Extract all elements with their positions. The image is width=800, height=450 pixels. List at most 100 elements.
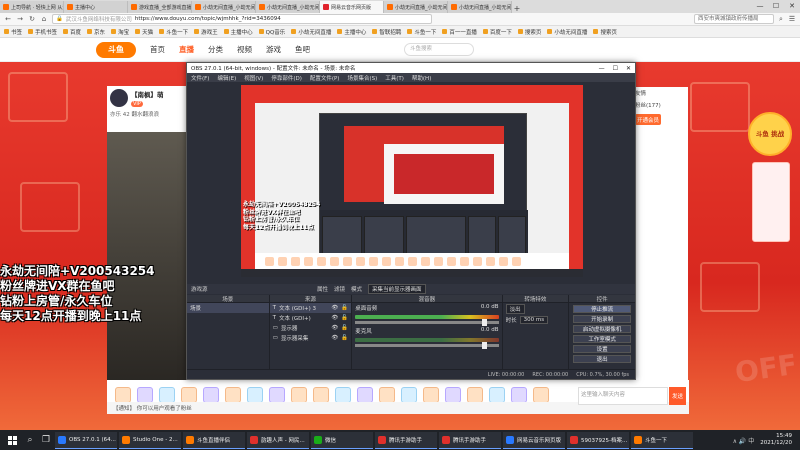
lock-icon[interactable]: 🔓 xyxy=(341,315,348,321)
gift-icon[interactable] xyxy=(445,387,461,403)
obs-menu-item[interactable]: 帮助(H) xyxy=(412,74,431,82)
obs-control-button[interactable]: 停止推流 xyxy=(573,305,631,313)
bookmark-item[interactable]: 搜索页 xyxy=(517,28,541,36)
forward-icon[interactable]: → xyxy=(16,15,24,23)
maximize-icon[interactable]: ☐ xyxy=(613,65,618,72)
bookmark-item[interactable]: 主播中心 xyxy=(337,28,366,36)
gift-icon[interactable] xyxy=(423,387,439,403)
taskbar-app[interactable]: 斗鱼直播伴侣 xyxy=(183,431,245,449)
start-icon[interactable] xyxy=(8,435,17,445)
obs-menu-item[interactable]: 工具(T) xyxy=(385,74,404,82)
bookmark-item[interactable]: 斗鱼一下 xyxy=(407,28,436,36)
douyu-search-input[interactable]: 斗鱼搜索 xyxy=(404,43,474,56)
bookmark-item[interactable]: 小劫无间直播 xyxy=(291,28,331,36)
bookmark-item[interactable]: 百一一直播 xyxy=(442,28,477,36)
vip-button[interactable]: 开通会员 xyxy=(635,114,661,125)
obs-preview[interactable]: 永劫无间陪+V200543254 粉丝牌进VX群在鱼吧 钻粉上房管/永久车位 每… xyxy=(241,85,583,277)
gift-icon[interactable] xyxy=(335,387,351,403)
refresh-icon[interactable]: ↻ xyxy=(28,15,36,23)
douyu-nav-item[interactable]: 游戏 xyxy=(266,44,281,55)
source-item[interactable]: T 文本 (GDI+) 👁 🔓 xyxy=(270,313,352,323)
obs-control-button[interactable]: 设置 xyxy=(573,345,631,353)
gift-icon[interactable] xyxy=(137,387,153,403)
clock[interactable]: 15:49 2021/12/20 xyxy=(760,433,796,447)
browser-search-input[interactable]: 西安市爽城镇政府传播局 xyxy=(694,14,774,24)
gift-icon[interactable] xyxy=(401,387,417,403)
bookmark-item[interactable]: QQ音乐 xyxy=(258,28,285,36)
obs-menu-item[interactable]: 视图(V) xyxy=(244,74,263,82)
douyu-nav-item[interactable]: 视频 xyxy=(237,44,252,55)
gift-icon[interactable] xyxy=(291,387,307,403)
side-event-card[interactable] xyxy=(752,162,790,242)
bookmark-item[interactable]: 斗鱼一下 xyxy=(159,28,188,36)
bookmark-item[interactable]: 百度 xyxy=(63,28,81,36)
taskbar-app[interactable]: 59037925-档案... xyxy=(567,431,629,449)
visibility-icon[interactable]: 👁 xyxy=(331,335,338,341)
taskbar-app[interactable]: 韵趣人声 - 网民... xyxy=(247,431,309,449)
obs-control-button[interactable]: 退出 xyxy=(573,355,631,363)
obs-control-button[interactable]: 开始录制 xyxy=(573,315,631,323)
stream-video[interactable] xyxy=(107,132,187,382)
gift-icon[interactable] xyxy=(159,387,175,403)
obs-menu-item[interactable]: 编辑(E) xyxy=(217,74,236,82)
gift-icon[interactable] xyxy=(467,387,483,403)
obs-control-button[interactable]: 启动虚拟摄像机 xyxy=(573,325,631,333)
gift-icon[interactable] xyxy=(313,387,329,403)
extensions-icon[interactable]: ☰ xyxy=(788,15,796,23)
browser-tab[interactable]: 上司导航 · 轻快上网 从这里开始 xyxy=(0,1,64,13)
visibility-icon[interactable]: 👁 xyxy=(331,315,338,321)
minimize-icon[interactable]: — xyxy=(599,65,605,72)
transition-select[interactable]: 淡出 xyxy=(505,304,525,314)
chat-input[interactable]: 这里输入聊天内容 xyxy=(578,387,668,405)
gift-icon[interactable] xyxy=(489,387,505,403)
gift-icon[interactable] xyxy=(203,387,219,403)
source-item[interactable]: T 文本 (GDI+) 3 👁 🔓 xyxy=(269,303,352,313)
browser-tab[interactable]: 小劫无间直播_小劫无间直播间 xyxy=(448,1,512,13)
gift-icon[interactable] xyxy=(533,387,549,403)
douyu-nav-item[interactable]: 首页 xyxy=(150,44,165,55)
browser-tab[interactable]: 主播中心 xyxy=(64,1,128,13)
bookmark-item[interactable]: 书签 xyxy=(4,28,22,36)
gift-icon[interactable] xyxy=(181,387,197,403)
gift-icon[interactable] xyxy=(247,387,263,403)
volume-slider[interactable] xyxy=(355,319,499,326)
scene-item[interactable]: 场景 xyxy=(187,303,269,313)
obs-menu-item[interactable]: 文件(F) xyxy=(191,74,209,82)
visibility-icon[interactable]: 👁 xyxy=(331,325,338,331)
properties-button[interactable]: 属性 xyxy=(317,285,328,293)
gift-icon[interactable] xyxy=(225,387,241,403)
lock-icon[interactable]: 🔓 xyxy=(341,325,348,331)
url-field[interactable]: 🔒 武汉斗鱼网络科技有限公司 https://www.douyu.com/top… xyxy=(52,14,432,24)
avatar[interactable] xyxy=(110,89,128,107)
search-icon[interactable]: ⌕ xyxy=(777,15,785,24)
volume-slider[interactable] xyxy=(355,342,499,349)
taskbar-app[interactable]: 微信 xyxy=(311,431,373,449)
browser-tab[interactable]: 小劫无间直播_小劫无间直播间 xyxy=(384,1,448,13)
bookmark-item[interactable]: 百度一下 xyxy=(482,28,512,36)
bookmark-item[interactable]: 小劫无间直播 xyxy=(547,28,587,36)
obs-menu-item[interactable]: 配置文件(P) xyxy=(310,74,340,82)
system-tray-icon[interactable]: ∧ 🔊 中 xyxy=(733,436,755,445)
source-item[interactable]: ▭ 显示器采集 👁 🔓 xyxy=(270,333,352,343)
browser-tab[interactable]: 游戏直播_全部游戏直播_斗鱼直播 xyxy=(128,1,192,13)
taskbar-app[interactable]: 网易云音乐网页版 xyxy=(503,431,565,449)
bookmark-item[interactable]: 京东 xyxy=(87,28,105,36)
taskbar-app[interactable]: Studio One - 2... xyxy=(119,431,181,449)
douyu-nav-item[interactable]: 分类 xyxy=(208,44,223,55)
back-icon[interactable]: ← xyxy=(4,15,12,23)
minimize-icon[interactable]: — xyxy=(752,0,768,13)
capture-mode-select[interactable]: 采集当前显示器画面 xyxy=(368,284,426,294)
browser-tab[interactable]: 小劫无间直播_小劫无间视频直播 xyxy=(256,1,320,13)
side-event-badge[interactable]: 斗鱼 挑战 xyxy=(748,112,792,156)
taskbar-app[interactable]: OBS 27.0.1 (64... xyxy=(55,431,117,449)
douyu-logo[interactable]: 斗鱼 xyxy=(96,41,136,58)
bookmark-item[interactable]: 手机书签 xyxy=(28,28,57,36)
home-icon[interactable]: ⌂ xyxy=(40,15,48,23)
bookmark-item[interactable]: 主播中心 xyxy=(223,28,253,36)
gift-icon[interactable] xyxy=(357,387,373,403)
gift-icon[interactable] xyxy=(115,387,131,403)
browser-tab[interactable]: 网易云音乐网页版 xyxy=(320,1,384,13)
taskbar-app[interactable]: 斗鱼一下 xyxy=(631,431,693,449)
search-icon[interactable]: ⌕ xyxy=(23,433,37,447)
taskbar-app[interactable]: 腾讯手游助手 xyxy=(439,431,501,449)
